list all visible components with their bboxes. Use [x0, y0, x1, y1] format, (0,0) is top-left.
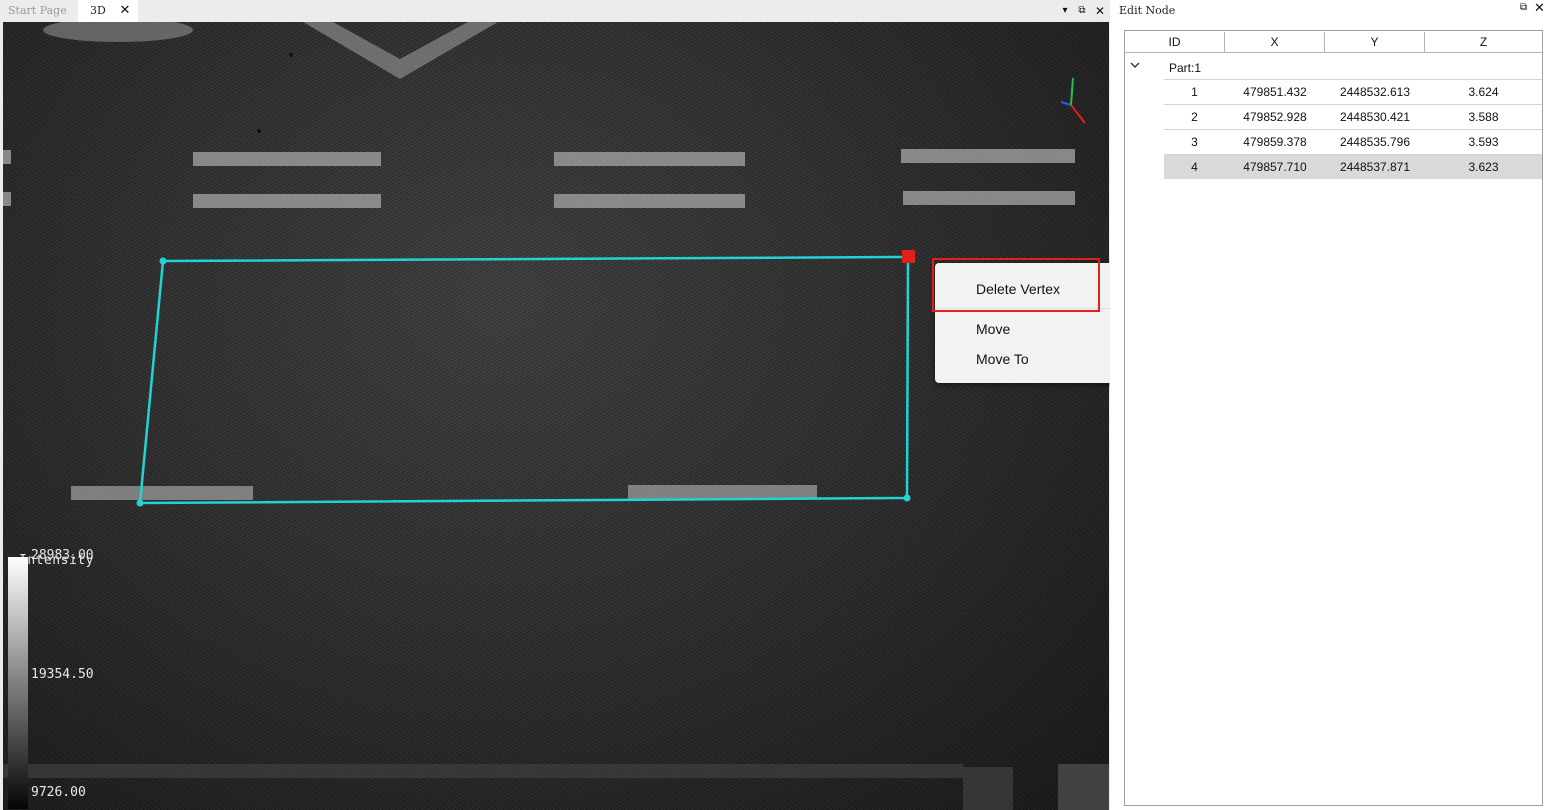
table-row[interactable]: 3 479859.378 2448535.796 3.593	[1164, 129, 1542, 154]
cell-x: 479852.928	[1243, 110, 1307, 124]
tab-start-page[interactable]: Start Page	[0, 0, 78, 22]
float-window-icon[interactable]: ⧉	[1075, 0, 1089, 22]
cell-y: 2448530.421	[1339, 110, 1411, 124]
vertex-handle[interactable]	[136, 499, 144, 507]
legend-max-value: 28983.00	[31, 548, 94, 563]
menu-item-move-to[interactable]: Move To	[935, 345, 1125, 373]
cell-z: 3.624	[1468, 85, 1499, 99]
tab-bar: Start Page 3D ✕ ▾ ⧉ ✕	[0, 0, 1110, 22]
cell-x: 479859.378	[1243, 135, 1307, 149]
3d-viewport[interactable]: Intensity 28983.00 19354.50 9726.00	[3, 22, 1109, 810]
menu-item-move[interactable]: Move	[935, 315, 1125, 343]
close-window-icon[interactable]: ✕	[1093, 0, 1107, 22]
road-markings	[3, 22, 1109, 810]
cell-id: 4	[1191, 160, 1198, 174]
point-cloud-scene	[3, 22, 1109, 810]
selected-vertex-handle[interactable]	[902, 250, 915, 263]
cell-x: 479857.710	[1243, 160, 1307, 174]
vertex-handle[interactable]	[159, 257, 167, 265]
cell-x: 479851.432	[1243, 85, 1307, 99]
cell-y: 2448535.796	[1339, 135, 1411, 149]
cell-y: 2448532.613	[1339, 85, 1411, 99]
cell-z: 3.623	[1468, 160, 1499, 174]
column-header-x[interactable]: X	[1225, 32, 1325, 53]
tab-3d-label: 3D	[90, 4, 106, 17]
tab-close-icon[interactable]: ✕	[118, 0, 132, 22]
edit-node-panel: Edit Node ⧉ ✕ ID X Y Z Part:1 1 479851.4…	[1110, 0, 1550, 810]
xyz-axes-icon	[1060, 77, 1086, 124]
part-group-label[interactable]: Part:1	[1169, 61, 1201, 75]
column-header-y[interactable]: Y	[1325, 32, 1425, 53]
polygon-outline[interactable]	[138, 255, 910, 505]
node-table: ID X Y Z Part:1 1 479851.432 2448532.613…	[1124, 30, 1543, 806]
panel-float-icon[interactable]: ⧉	[1520, 2, 1527, 13]
tab-list-dropdown-icon[interactable]: ▾	[1058, 0, 1072, 22]
column-header-z[interactable]: Z	[1425, 32, 1542, 53]
cell-id: 1	[1191, 85, 1198, 99]
cell-z: 3.593	[1468, 135, 1499, 149]
menu-item-delete-vertex[interactable]: Delete Vertex	[935, 275, 1125, 303]
document-area: Start Page 3D ✕ ▾ ⧉ ✕ Intensity 28983.00…	[0, 0, 1125, 810]
tab-3d[interactable]: 3D ✕	[78, 0, 138, 22]
table-row[interactable]: 1 479851.432 2448532.613 3.624	[1164, 79, 1542, 104]
intensity-color-bar	[8, 557, 28, 809]
menu-separator	[935, 308, 1125, 309]
legend-mid-value: 19354.50	[31, 667, 94, 682]
cell-id: 2	[1191, 110, 1198, 124]
panel-close-icon[interactable]: ✕	[1534, 1, 1545, 16]
table-row[interactable]: 2 479852.928 2448530.421 3.588	[1164, 104, 1542, 129]
vertex-context-menu: Delete Vertex Move Move To	[935, 263, 1125, 383]
cell-y: 2448537.871	[1339, 160, 1411, 174]
panel-title: Edit Node	[1119, 4, 1176, 17]
tab-start-page-label: Start Page	[8, 4, 67, 17]
legend-min-value: 9726.00	[31, 785, 86, 800]
chevron-down-icon[interactable]	[1129, 59, 1141, 71]
vertex-handle[interactable]	[903, 494, 911, 502]
cell-id: 3	[1191, 135, 1198, 149]
table-row-selected[interactable]: 4 479857.710 2448537.871 3.623	[1164, 154, 1542, 179]
column-header-id[interactable]: ID	[1125, 32, 1225, 53]
cell-z: 3.588	[1468, 110, 1499, 124]
